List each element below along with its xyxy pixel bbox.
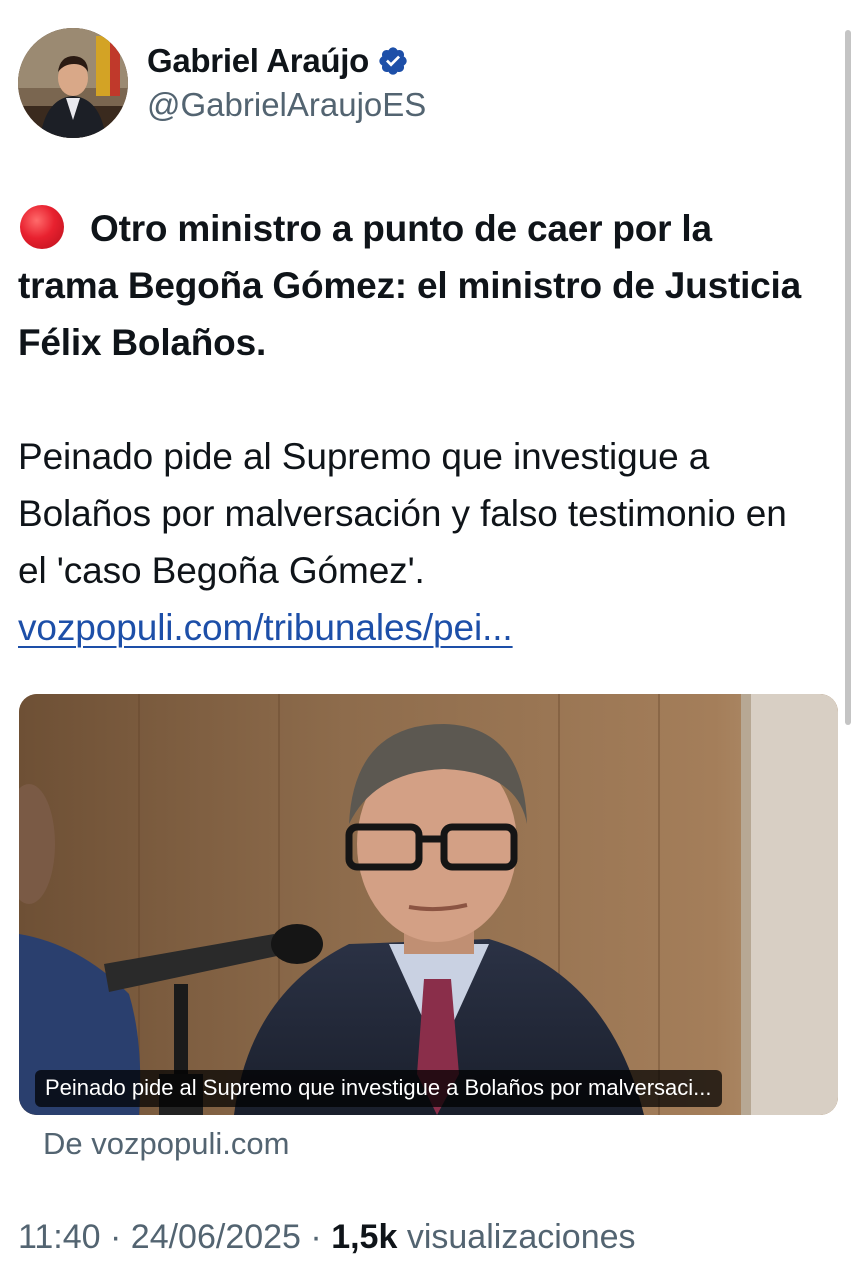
tweet-text: Otro ministro a punto de caer por la tra…	[18, 200, 818, 656]
author-avatar[interactable]	[18, 28, 128, 138]
headline-text: Otro ministro a punto de caer por la tra…	[18, 208, 801, 363]
tweet-time[interactable]: 11:40	[18, 1218, 101, 1256]
article-link[interactable]: vozpopuli.com/tribunales/pei...	[18, 607, 513, 648]
views-label: visualizaciones	[406, 1218, 636, 1256]
tweet-headline: Otro ministro a punto de caer por la tra…	[18, 200, 818, 371]
author-info: Gabriel Araújo @GabrielAraujoES	[147, 40, 817, 124]
card-caption: Peinado pide al Supremo que investigue a…	[35, 1070, 722, 1107]
tweet-meta: 11:40 · 24/06/2025 · 1,5k visualizacione…	[18, 1218, 636, 1257]
description-text: Peinado pide al Supremo que investigue a…	[18, 436, 787, 591]
verified-badge-icon[interactable]	[377, 45, 409, 77]
link-card[interactable]: Peinado pide al Supremo que investigue a…	[19, 694, 838, 1115]
meta-separator: ·	[310, 1218, 322, 1256]
views-count: 1,5k	[331, 1218, 398, 1256]
tweet-description: Peinado pide al Supremo que investigue a…	[18, 428, 818, 656]
tweet: Gabriel Araújo @GabrielAraujoES Otro min…	[0, 0, 857, 1280]
tweet-date[interactable]: 24/06/2025	[131, 1218, 301, 1256]
red-circle-icon	[20, 205, 64, 249]
scrollbar[interactable]	[845, 30, 851, 725]
author-name-row: Gabriel Araújo	[147, 40, 817, 82]
author-name[interactable]: Gabriel Araújo	[147, 42, 369, 80]
card-photo	[19, 694, 838, 1115]
avatar-image	[18, 28, 128, 138]
author-handle[interactable]: @GabrielAraujoES	[147, 86, 817, 124]
meta-separator: ·	[110, 1218, 122, 1256]
card-source[interactable]: De vozpopuli.com	[43, 1126, 289, 1162]
